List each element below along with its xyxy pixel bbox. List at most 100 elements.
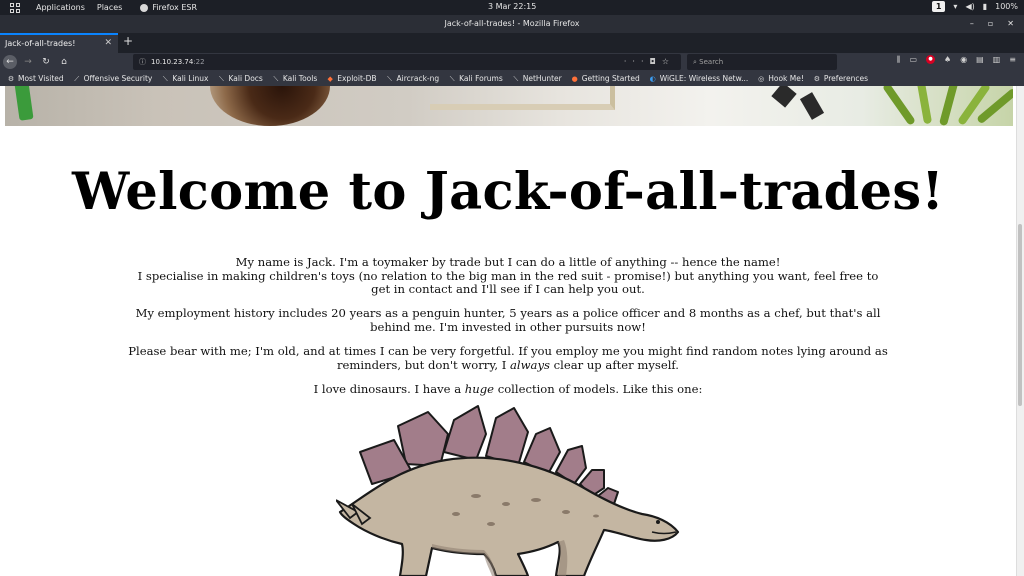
kali-dragon-icon: ⟍ [273, 74, 279, 83]
addon-icon[interactable]: ● [926, 55, 936, 64]
bookmark-wigle[interactable]: ◐ WiGLE: Wireless Netw... [649, 74, 749, 83]
banner-plant [881, 86, 1013, 126]
forgetful-text-b: clear up after myself. [549, 357, 679, 372]
bookmark-getting-started[interactable]: ● Getting Started [571, 74, 640, 83]
gear-icon: ⚙ [7, 74, 15, 83]
stegosaurus-image [336, 405, 680, 576]
banner-dark-shape [765, 86, 845, 126]
bookmark-label: Kali Docs [228, 74, 263, 83]
firefox-icon: ● [571, 74, 578, 83]
globe-icon: ◎ [758, 74, 765, 83]
activities-grid-icon[interactable] [10, 2, 24, 13]
close-tab-icon[interactable]: ✕ [104, 35, 112, 52]
back-button[interactable]: ← [3, 55, 17, 69]
url-bar[interactable]: ⓘ 10.10.23.74:22 ···◘☆ [133, 54, 681, 70]
kali-dragon-icon: ⟍ [219, 74, 224, 83]
bookmark-exploit-db[interactable]: ◆ Exploit-DB [326, 74, 377, 83]
kali-dragon-icon: ⟍ [162, 74, 168, 83]
window-title: Jack-of-all-trades! - Mozilla Firefox [444, 19, 580, 28]
sidebar-icon[interactable]: ▭ [909, 55, 917, 65]
tab-jack-of-all-trades[interactable]: Jack-of-all-trades! ✕ [0, 33, 118, 53]
intro-line-2: I specialise in making children's toys (… [137, 268, 879, 296]
bookmark-kali-tools[interactable]: ⟍ Kali Tools [272, 74, 317, 83]
wigle-icon: ◐ [649, 74, 656, 83]
search-bar[interactable]: ⌕ Search [687, 54, 837, 70]
wifi-icon[interactable]: ▾ [953, 2, 957, 11]
bookmark-label: Hook Me! [768, 74, 804, 83]
system-tray: 1 ▾ ◀) ▮ 100% [931, 1, 1018, 12]
bookmark-nethunter[interactable]: ⟍ NetHunter [512, 74, 562, 83]
firefox-icon [140, 3, 149, 12]
battery-icon[interactable]: ▮ [983, 2, 987, 11]
bookmark-kali-forums[interactable]: ⟍ Kali Forums [448, 74, 503, 83]
intro-line-1: My name is Jack. I'm a toymaker by trade… [235, 255, 781, 269]
bookmark-star-icon[interactable]: ☆ [662, 57, 675, 66]
bookmark-offensive-security[interactable]: ⟋ Offensive Security [73, 74, 153, 83]
firefox-app-label: Firefox ESR [152, 3, 198, 12]
bookmark-preferences[interactable]: ⚙ Preferences [813, 74, 868, 83]
bookmark-hook-me[interactable]: ◎ Hook Me! [757, 74, 804, 83]
dinosaur-text-b: collection of models. Like this one: [494, 382, 703, 396]
bookmark-label: Offensive Security [83, 74, 153, 83]
bookmark-label: Preferences [823, 74, 868, 83]
bookmark-label: Kali Linux [172, 74, 209, 83]
kali-dragon-icon: ⟍ [387, 74, 392, 83]
bookmark-kali-docs[interactable]: ⟍ Kali Docs [217, 74, 263, 83]
bookmark-label: Most Visited [18, 74, 64, 83]
info-icon[interactable]: ⓘ [139, 58, 146, 66]
scrollbar-thumb[interactable] [1018, 224, 1022, 406]
bookmark-label: Exploit-DB [337, 74, 377, 83]
stegosaurus-eye [656, 520, 660, 524]
bookmark-label: Kali Forums [459, 74, 503, 83]
window-titlebar: Jack-of-all-trades! - Mozilla Firefox – … [0, 15, 1024, 33]
bookmark-most-visited[interactable]: ⚙ Most Visited [7, 74, 64, 83]
intro-paragraph: My name is Jack. I'm a toymaker by trade… [128, 255, 888, 297]
maximize-icon[interactable]: ▫ [988, 15, 993, 33]
dinosaur-emphasis: huge [464, 382, 495, 396]
forgetful-paragraph: Please bear with me; I'm old, and at tim… [128, 344, 888, 372]
top-panel: Applications Places Firefox ESR 3 Mar 22… [0, 0, 1024, 15]
firefox-app-menu[interactable]: Firefox ESR [140, 3, 197, 12]
reload-button[interactable]: ↻ [39, 55, 53, 69]
account-icon[interactable]: ◉ [960, 55, 967, 65]
tab-label: Jack-of-all-trades! [5, 39, 76, 48]
bookmark-aircrack-ng[interactable]: ⟍ Aircrack-ng [386, 74, 440, 83]
pocket-icon[interactable]: ◘ [650, 57, 662, 66]
bookmark-label: NetHunter [522, 74, 562, 83]
clock[interactable]: 3 Mar 22:15 [488, 2, 536, 11]
workspace-indicator[interactable]: 1 [931, 1, 946, 12]
screenshot-icon[interactable]: ▤ [976, 55, 984, 65]
dinosaur-paragraph: I love dinosaurs. I have a huge collecti… [128, 382, 888, 397]
forgetful-emphasis: always [509, 357, 550, 372]
page-actions-icon[interactable]: ··· [624, 57, 650, 66]
banner-coffee-mug [210, 86, 330, 126]
exploitdb-icon: ◆ [327, 74, 333, 83]
window-controls: – ▫ ✕ [970, 15, 1014, 33]
menu-icon[interactable]: ≡ [1009, 55, 1016, 65]
battery-percent: 100% [995, 2, 1018, 11]
banner-frame [430, 86, 615, 110]
library-icon[interactable]: ⫼ [897, 55, 901, 65]
applications-menu[interactable]: Applications [36, 3, 85, 12]
forgetful-text-a: Please bear with me; I'm old, and at tim… [128, 344, 888, 372]
home-button[interactable]: ⌂ [57, 55, 71, 69]
forward-button[interactable]: → [21, 55, 35, 69]
minimize-icon[interactable]: – [970, 15, 974, 33]
banner-highlighter [14, 86, 34, 121]
page-content: Welcome to Jack-of-all-trades! My name i… [0, 86, 1016, 576]
bookmark-kali-linux[interactable]: ⟍ Kali Linux [161, 74, 209, 83]
bookmark-label: Getting Started [581, 74, 640, 83]
close-window-icon[interactable]: ✕ [1007, 15, 1014, 33]
bookmark-label: Kali Tools [282, 74, 318, 83]
places-menu[interactable]: Places [97, 3, 122, 12]
volume-icon[interactable]: ◀) [965, 2, 974, 11]
bookmarks-toolbar: ⚙ Most Visited ⟋ Offensive Security ⟍ Kali … [0, 71, 1024, 86]
header-banner-image [5, 86, 1013, 126]
url-actions: ···◘☆ [624, 54, 675, 70]
extension-icon[interactable]: ♠ [944, 55, 951, 65]
employment-paragraph: My employment history includes 20 years … [135, 306, 881, 334]
new-tab-button[interactable]: + [123, 34, 133, 48]
url-port: :22 [193, 58, 205, 66]
container-icon[interactable]: ▥ [993, 55, 1001, 65]
bookmark-label: Aircrack-ng [396, 74, 440, 83]
